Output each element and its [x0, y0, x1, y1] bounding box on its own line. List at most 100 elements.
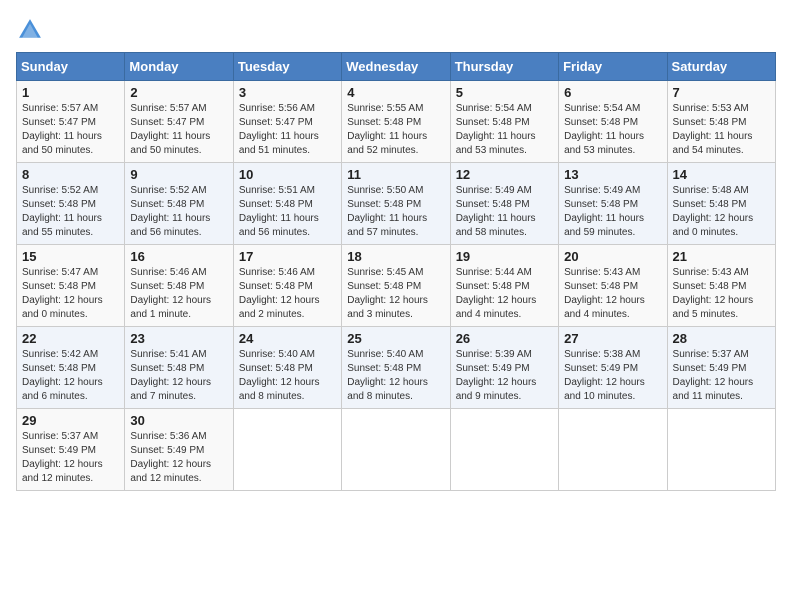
sunset-label: Sunset:	[564, 281, 601, 292]
daylight-label: Daylight:	[673, 377, 715, 388]
calendar-cell: 28Sunrise: 5:37 AMSunset: 5:49 PMDayligh…	[667, 327, 775, 409]
day-number: 6	[564, 85, 661, 100]
page-header	[16, 16, 776, 44]
sunrise-label: Sunrise:	[22, 185, 61, 196]
day-info: Sunrise: 5:48 AMSunset: 5:48 PMDaylight:…	[673, 184, 770, 240]
day-number: 10	[239, 167, 336, 182]
day-info: Sunrise: 5:40 AMSunset: 5:48 PMDaylight:…	[239, 348, 336, 404]
calendar-table: SundayMondayTuesdayWednesdayThursdayFrid…	[16, 52, 776, 491]
daylight-label: Daylight:	[564, 213, 606, 224]
sunset-label: Sunset:	[456, 363, 493, 374]
calendar-cell: 16Sunrise: 5:46 AMSunset: 5:48 PMDayligh…	[125, 245, 233, 327]
calendar-cell: 12Sunrise: 5:49 AMSunset: 5:48 PMDayligh…	[450, 163, 558, 245]
logo-icon	[16, 16, 44, 44]
day-number: 3	[239, 85, 336, 100]
calendar-cell: 30Sunrise: 5:36 AMSunset: 5:49 PMDayligh…	[125, 409, 233, 491]
sunrise-time: 5:46 AM	[170, 267, 207, 278]
day-info: Sunrise: 5:36 AMSunset: 5:49 PMDaylight:…	[130, 430, 227, 486]
calendar-cell: 2Sunrise: 5:57 AMSunset: 5:47 PMDaylight…	[125, 81, 233, 163]
sunrise-time: 5:36 AM	[170, 431, 207, 442]
calendar-cell: 29 Sunrise: 5:37 AMSunset: 5:49 PMDayligh…	[17, 409, 125, 491]
sunset-label: Sunset:	[239, 281, 276, 292]
sunrise-time: 5:49 AM	[495, 185, 532, 196]
day-number: 15	[22, 249, 119, 264]
day-info: Sunrise: 5:39 AMSunset: 5:49 PMDaylight:…	[456, 348, 553, 404]
daylight-label: Daylight:	[347, 295, 389, 306]
weekday-header-monday: Monday	[125, 53, 233, 81]
sunrise-time: 5:41 AM	[170, 349, 207, 360]
sunrise-label: Sunrise:	[564, 349, 603, 360]
daylight-label: Daylight:	[130, 295, 172, 306]
sunrise-label: Sunrise:	[239, 185, 278, 196]
sunrise-time: 5:40 AM	[278, 349, 315, 360]
day-info: Sunrise: 5:51 AMSunset: 5:48 PMDaylight:…	[239, 184, 336, 240]
sunset-time: 5:47 PM	[59, 117, 96, 128]
day-info: Sunrise: 5:53 AMSunset: 5:48 PMDaylight:…	[673, 102, 770, 158]
daylight-label: Daylight:	[130, 459, 172, 470]
day-info: Sunrise: 5:44 AMSunset: 5:48 PMDaylight:…	[456, 266, 553, 322]
sunset-label: Sunset:	[673, 281, 710, 292]
day-info: Sunrise: 5:49 AMSunset: 5:48 PMDaylight:…	[564, 184, 661, 240]
day-info: Sunrise: 5:54 AMSunset: 5:48 PMDaylight:…	[456, 102, 553, 158]
calendar-cell: 25Sunrise: 5:40 AMSunset: 5:48 PMDayligh…	[342, 327, 450, 409]
day-number: 19	[456, 249, 553, 264]
day-number: 21	[673, 249, 770, 264]
sunrise-label: Sunrise:	[564, 103, 603, 114]
calendar-cell: 22Sunrise: 5:42 AMSunset: 5:48 PMDayligh…	[17, 327, 125, 409]
sunrise-time: 5:39 AM	[495, 349, 532, 360]
day-info: Sunrise: 5:40 AMSunset: 5:48 PMDaylight:…	[347, 348, 444, 404]
daylight-label: Daylight:	[130, 377, 172, 388]
calendar-cell: 17Sunrise: 5:46 AMSunset: 5:48 PMDayligh…	[233, 245, 341, 327]
day-info: Sunrise: 5:46 AMSunset: 5:48 PMDaylight:…	[130, 266, 227, 322]
calendar-cell: 24Sunrise: 5:40 AMSunset: 5:48 PMDayligh…	[233, 327, 341, 409]
day-info: Sunrise: 5:50 AMSunset: 5:48 PMDaylight:…	[347, 184, 444, 240]
calendar-cell: 27Sunrise: 5:38 AMSunset: 5:49 PMDayligh…	[559, 327, 667, 409]
daylight-label: Daylight:	[239, 213, 281, 224]
sunrise-time: 5:57 AM	[61, 103, 98, 114]
sunset-label: Sunset:	[130, 117, 167, 128]
daylight-label: Daylight:	[22, 213, 64, 224]
sunrise-label: Sunrise:	[673, 103, 712, 114]
sunset-time: 5:48 PM	[384, 199, 421, 210]
sunset-label: Sunset:	[239, 117, 276, 128]
sunset-label: Sunset:	[22, 363, 59, 374]
daylight-label: Daylight:	[22, 377, 64, 388]
day-number: 23	[130, 331, 227, 346]
sunset-label: Sunset:	[564, 363, 601, 374]
week-row-2: 8Sunrise: 5:52 AMSunset: 5:48 PMDaylight…	[17, 163, 776, 245]
sunrise-time: 5:45 AM	[387, 267, 424, 278]
sunrise-label: Sunrise:	[130, 185, 169, 196]
sunrise-time: 5:57 AM	[170, 103, 207, 114]
daylight-label: Daylight:	[239, 131, 281, 142]
day-number: 1	[22, 85, 119, 100]
sunset-label: Sunset:	[130, 445, 167, 456]
day-number: 12	[456, 167, 553, 182]
sunset-label: Sunset:	[347, 199, 384, 210]
weekday-header-saturday: Saturday	[667, 53, 775, 81]
day-info: Sunrise: 5:37 AMSunset: 5:49 PMDaylight:…	[22, 430, 119, 486]
day-info: Sunrise: 5:54 AMSunset: 5:48 PMDaylight:…	[564, 102, 661, 158]
sunrise-time: 5:54 AM	[495, 103, 532, 114]
day-number: 22	[22, 331, 119, 346]
sunset-time: 5:47 PM	[276, 117, 313, 128]
day-info: Sunrise: 5:55 AMSunset: 5:48 PMDaylight:…	[347, 102, 444, 158]
day-number: 29	[22, 413, 119, 428]
sunrise-label: Sunrise:	[673, 267, 712, 278]
calendar-cell: 4Sunrise: 5:55 AMSunset: 5:48 PMDaylight…	[342, 81, 450, 163]
sunrise-label: Sunrise:	[239, 349, 278, 360]
day-number: 5	[456, 85, 553, 100]
sunrise-label: Sunrise:	[22, 349, 61, 360]
sunrise-time: 5:55 AM	[387, 103, 424, 114]
daylight-label: Daylight:	[673, 295, 715, 306]
day-number: 7	[673, 85, 770, 100]
sunset-label: Sunset:	[456, 281, 493, 292]
sunrise-label: Sunrise:	[239, 103, 278, 114]
calendar-cell: 9Sunrise: 5:52 AMSunset: 5:48 PMDaylight…	[125, 163, 233, 245]
calendar-cell: 26Sunrise: 5:39 AMSunset: 5:49 PMDayligh…	[450, 327, 558, 409]
weekday-header-sunday: Sunday	[17, 53, 125, 81]
sunset-label: Sunset:	[22, 199, 59, 210]
day-number: 8	[22, 167, 119, 182]
calendar-cell: 3Sunrise: 5:56 AMSunset: 5:47 PMDaylight…	[233, 81, 341, 163]
calendar-cell: 5 Sunrise: 5:54 AMSunset: 5:48 PMDaylight…	[450, 81, 558, 163]
daylight-label: Daylight:	[456, 213, 498, 224]
